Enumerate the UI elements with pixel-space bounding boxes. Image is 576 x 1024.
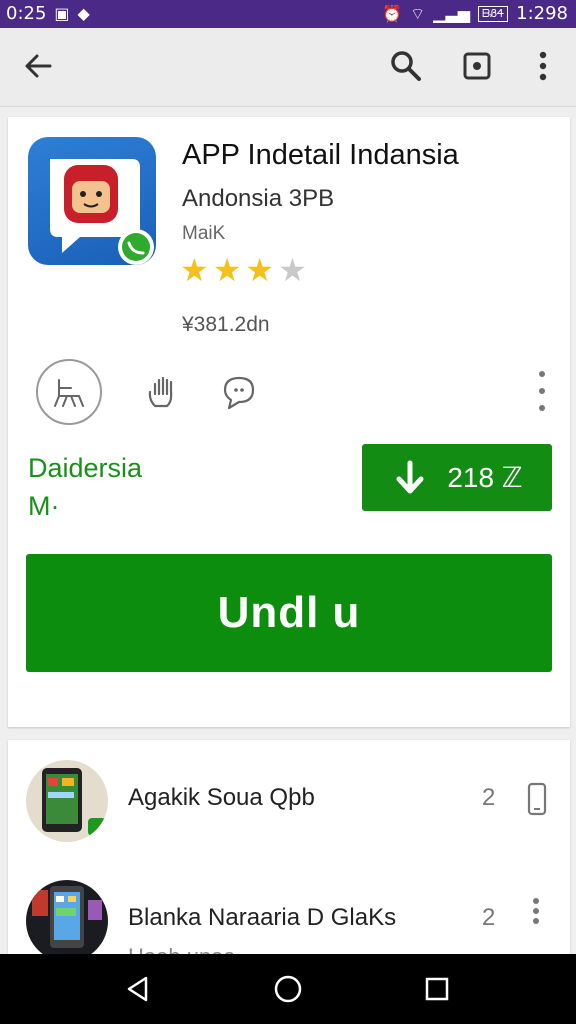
status-bar: 0:25 ▣ ◆ ⏰ ⌔ ▁▃▅ ᗷᏰᏎ 1:298 — [0, 0, 576, 28]
chair-button[interactable] — [36, 359, 102, 425]
cast-button[interactable] — [457, 46, 497, 86]
app-thumbnail — [26, 880, 108, 962]
app-title: APP Indetail Indansia — [182, 139, 459, 171]
similar-app-count: 2 — [482, 904, 496, 931]
alarm-icon: ⏰ — [382, 3, 403, 23]
notification-icon-2: ◆ — [77, 3, 90, 23]
chair-icon — [54, 379, 84, 407]
dots-vertical-icon — [539, 51, 547, 81]
install-button[interactable]: Undl u — [26, 554, 552, 672]
back-button[interactable] — [18, 46, 58, 86]
more-options-icon[interactable] — [526, 898, 546, 924]
search-button[interactable] — [386, 46, 426, 86]
circle-home-icon — [274, 975, 302, 1003]
screen-square-icon — [463, 52, 491, 80]
battery-icon: ᗷᏰᏎ — [478, 5, 509, 22]
nav-back-button[interactable] — [118, 969, 158, 1009]
download-count: 218 ℤ — [447, 462, 523, 493]
download-count-button[interactable]: 218 ℤ — [362, 444, 552, 511]
notification-icon: ▣ — [54, 3, 70, 23]
top-toolbar — [0, 28, 576, 107]
navigation-bar — [0, 954, 576, 1024]
app-icon — [28, 137, 156, 265]
green-info-line1: Daidersia — [28, 453, 143, 483]
app-size: ¥381.2dn — [182, 313, 270, 336]
phone-thumbnail-icon — [26, 880, 108, 962]
nav-recents-button[interactable] — [417, 969, 457, 1009]
green-info: Daidersia M· — [28, 449, 142, 525]
similar-app-title: Blanka Naraaria D GlaKs — [128, 904, 397, 931]
hand-icon — [148, 376, 173, 408]
download-arrow-icon — [396, 460, 424, 493]
app-thumbnail — [26, 760, 108, 842]
triangle-back-icon — [127, 976, 148, 1002]
more-options-icon[interactable] — [532, 371, 552, 411]
phone-thumbnail-icon — [26, 760, 108, 842]
developer-name[interactable]: Andonsia 3PB — [182, 185, 334, 213]
square-recents-icon — [425, 977, 449, 1001]
star-empty-icon: ★ — [278, 252, 307, 288]
app-logo-icon — [50, 159, 154, 265]
signal-icon: ▁▃▅ — [433, 3, 471, 23]
chat-button[interactable] — [206, 359, 272, 425]
app-detail-card: APP Indetail Indansia Andonsia 3PB MaiK … — [8, 117, 570, 727]
star-full-icon: ★ — [245, 252, 275, 288]
star-full-icon: ★ — [212, 252, 242, 288]
green-info-line2: M· — [28, 491, 60, 521]
phone-icon[interactable] — [526, 782, 548, 816]
list-item[interactable]: Agakik Soua Qþb 2 — [8, 750, 570, 850]
rating-stars: ★ ★ ★ ★ — [180, 253, 307, 287]
hand-button[interactable] — [128, 359, 194, 425]
star-full-icon: ★ — [180, 252, 209, 288]
nav-home-button[interactable] — [268, 969, 308, 1009]
similar-app-title: Agakik Soua Qþb — [128, 784, 315, 811]
wifi-icon: ⌔ — [410, 3, 426, 23]
status-time-left: 0:25 — [6, 3, 47, 24]
overflow-menu-button[interactable] — [523, 46, 563, 86]
arrow-left-icon — [25, 54, 52, 78]
app-category: MaiK — [182, 223, 226, 244]
status-time-right: 1:298 — [516, 3, 568, 24]
similar-app-count: 2 — [482, 784, 496, 811]
chat-icon — [223, 376, 255, 410]
search-icon — [391, 51, 421, 81]
